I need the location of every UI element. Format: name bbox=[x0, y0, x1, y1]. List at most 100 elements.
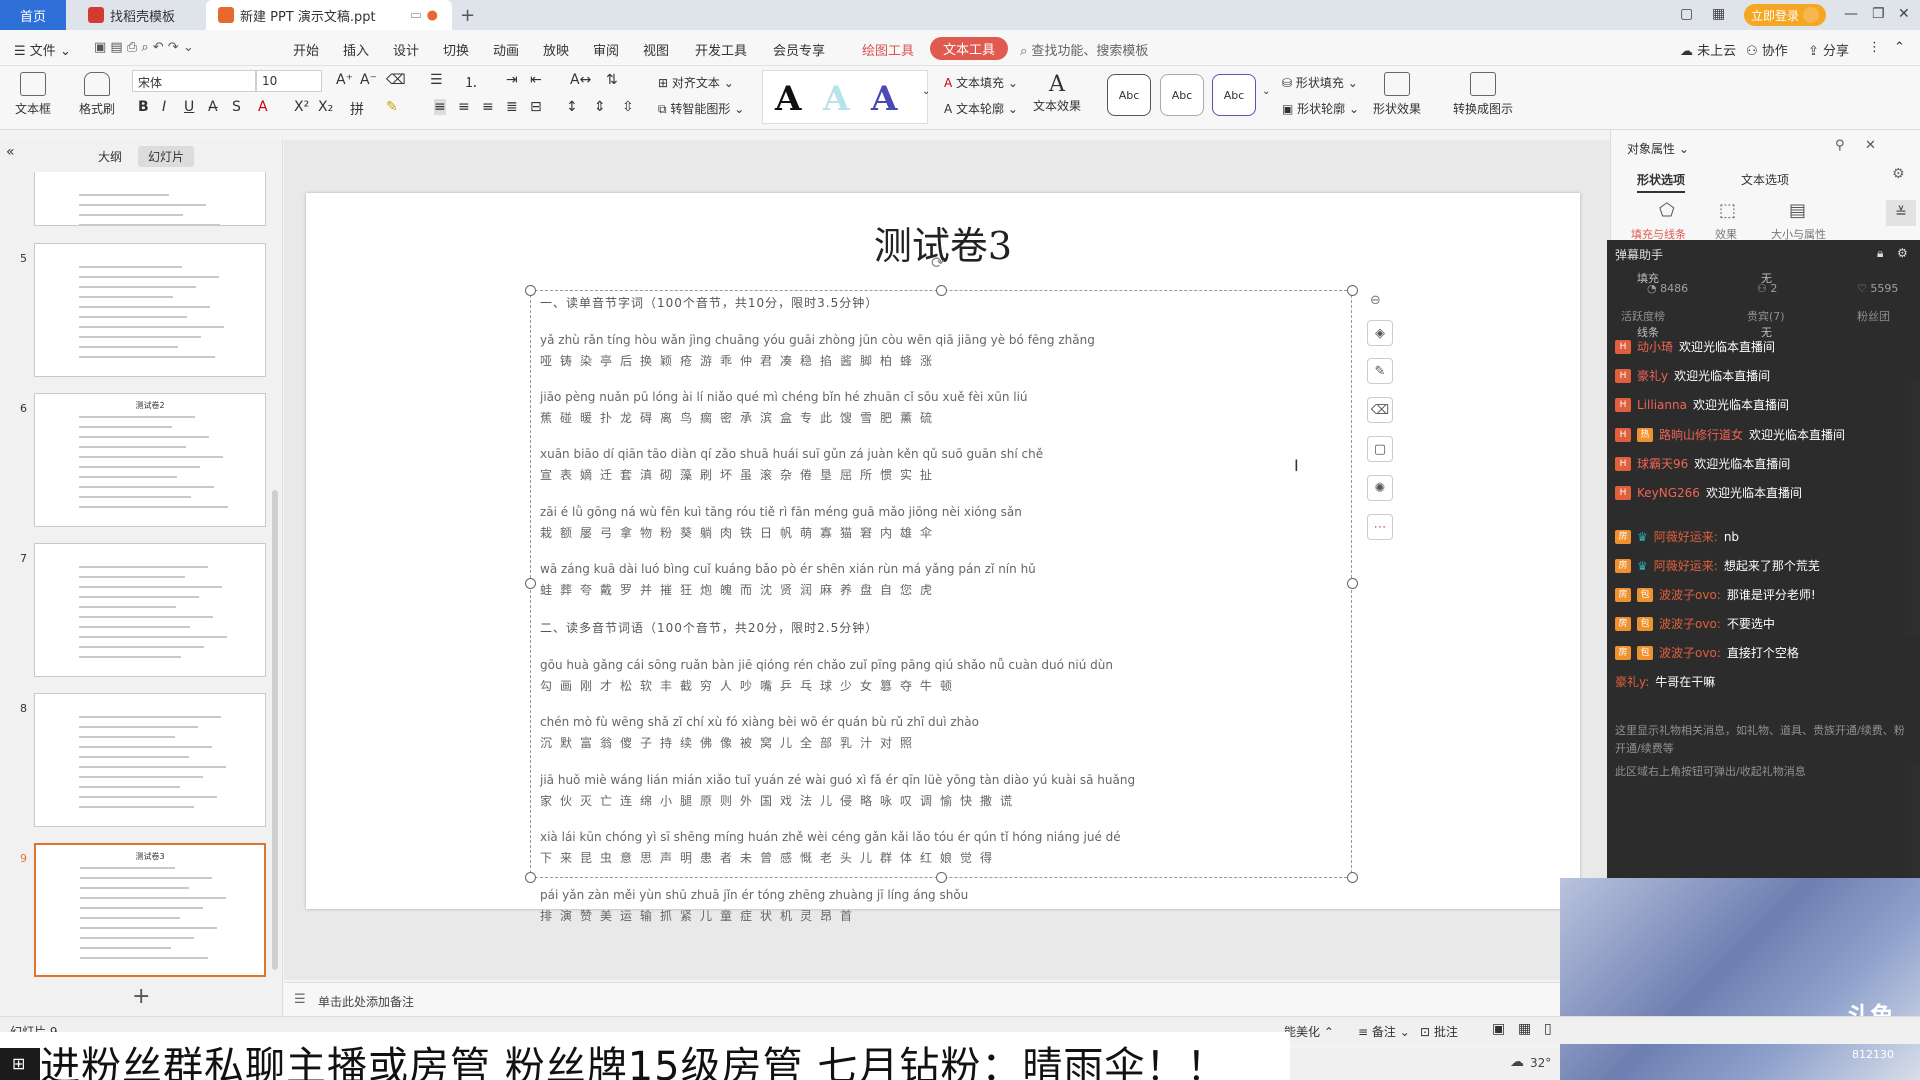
slide-thumbnail-6[interactable]: 测试卷2 bbox=[34, 393, 266, 527]
align-right-icon[interactable]: ≡ bbox=[482, 99, 494, 115]
danmu-user[interactable]: 阿薇好运来: bbox=[1654, 557, 1718, 574]
font-size-select[interactable]: 10 bbox=[256, 70, 322, 92]
slide-thumbnail-8[interactable] bbox=[34, 693, 266, 827]
indent-icon[interactable]: ⇥ bbox=[506, 72, 518, 88]
slide-thumbnail-4[interactable] bbox=[34, 172, 266, 226]
grid-icon[interactable]: ▦ bbox=[1712, 6, 1725, 22]
menu-item-slideshow[interactable]: 放映 bbox=[543, 40, 569, 59]
more-icon[interactable]: ⋮ bbox=[1868, 40, 1881, 55]
danmu-user[interactable]: 动小琦 bbox=[1637, 338, 1673, 355]
resize-handle[interactable] bbox=[1347, 872, 1358, 883]
menu-item-drawing-tools[interactable]: 绘图工具 bbox=[862, 40, 914, 59]
property-icon[interactable]: ⚙ bbox=[1892, 166, 1905, 182]
bulb-icon[interactable]: ✺ bbox=[1367, 475, 1393, 501]
text-effect-button[interactable]: A 文本效果 bbox=[1028, 72, 1086, 114]
login-button[interactable]: 立即登录 bbox=[1744, 4, 1826, 26]
quick-access-icons[interactable]: ▣ ▤ ⎙ ⌕ ↶ ↷ ⌄ bbox=[94, 40, 194, 55]
notes-bar[interactable]: ☰ 单击此处添加备注 bbox=[284, 982, 1610, 1016]
textbox-button[interactable]: 文本框 bbox=[10, 72, 56, 117]
fans-club-label[interactable]: 粉丝团 bbox=[1857, 308, 1890, 324]
beautify-button[interactable]: 能美化 ⌃ bbox=[1284, 1023, 1334, 1040]
outdent-icon[interactable]: ⇤ bbox=[530, 72, 542, 88]
justify-icon[interactable]: ≣ bbox=[506, 99, 518, 115]
shape-style-2[interactable]: Abc bbox=[1160, 74, 1204, 116]
format-painter-button[interactable]: 格式刷 bbox=[72, 72, 122, 117]
underline-icon[interactable]: U bbox=[184, 99, 194, 115]
text-style-light[interactable]: A bbox=[823, 79, 849, 119]
frame-icon[interactable]: ▢ bbox=[1367, 436, 1393, 462]
menu-item-member[interactable]: 会员专享 bbox=[773, 40, 825, 59]
tab-home[interactable]: 首页 bbox=[0, 0, 66, 30]
menu-item-design[interactable]: 设计 bbox=[393, 40, 419, 59]
strikethrough-icon[interactable]: A̶ bbox=[208, 99, 218, 115]
tab-document[interactable]: 新建 PPT 演示文稿.ppt ▭ ● bbox=[206, 0, 452, 30]
add-slide-button[interactable]: + bbox=[132, 984, 150, 1009]
danmu-user[interactable]: Lillianna bbox=[1637, 398, 1687, 412]
font-size-up-icon[interactable]: A⁺ bbox=[336, 72, 353, 88]
superscript-icon[interactable]: X² bbox=[294, 99, 309, 115]
para-spacing-icon[interactable]: ⇕ bbox=[594, 99, 606, 115]
menu-item-devtools[interactable]: 开发工具 bbox=[695, 40, 747, 59]
resize-handle[interactable] bbox=[525, 872, 536, 883]
shape-effect-button[interactable]: 形状效果 bbox=[1368, 72, 1426, 117]
char-spacing-icon[interactable]: A↔ bbox=[570, 72, 591, 88]
slide-thumbnail-5[interactable] bbox=[34, 243, 266, 377]
align-left-icon[interactable]: ≡ bbox=[434, 99, 446, 115]
font-size-down-icon[interactable]: A⁻ bbox=[360, 72, 377, 88]
shadow-icon[interactable]: S bbox=[232, 99, 241, 115]
danmu-user[interactable]: 豪礼y bbox=[1637, 367, 1668, 384]
tab-shape-options[interactable]: 形状选项 bbox=[1637, 171, 1686, 193]
bold-icon[interactable]: B bbox=[138, 99, 149, 115]
cloud-status[interactable]: ☁ 未上云 bbox=[1680, 40, 1736, 59]
danmu-user[interactable]: 路晌山修行道女 bbox=[1659, 426, 1743, 443]
cast-icon[interactable]: ▭ bbox=[410, 8, 422, 23]
menu-item-insert[interactable]: 插入 bbox=[343, 40, 369, 59]
tab-slides[interactable]: 幻灯片 bbox=[138, 146, 195, 167]
menu-item-text-tools[interactable]: 文本工具 bbox=[930, 37, 1009, 60]
sorter-view-icon[interactable]: ▦ bbox=[1518, 1021, 1531, 1037]
panel-title[interactable]: 对象属性 ⌄ bbox=[1627, 140, 1689, 157]
search-box[interactable]: ⌕ 查找功能、搜索模板 bbox=[1020, 40, 1148, 59]
pen-icon[interactable]: ✎ bbox=[1367, 358, 1393, 384]
resize-handle[interactable] bbox=[1347, 285, 1358, 296]
font-color-icon[interactable]: A bbox=[258, 99, 268, 115]
text-style-outline[interactable]: A bbox=[871, 79, 897, 119]
danmu-user[interactable]: KeyNG266 bbox=[1637, 486, 1700, 500]
fill-line-icon[interactable]: ⬠ bbox=[1659, 200, 1675, 221]
danmu-user[interactable]: 波波子ovo: bbox=[1659, 586, 1721, 603]
smart-shape-button[interactable]: ⧉ 转智能图形 ⌄ bbox=[658, 100, 744, 117]
thumbnail-scrollbar[interactable] bbox=[272, 490, 278, 970]
numbered-list-icon[interactable]: ⒈ bbox=[464, 72, 478, 92]
restore-icon[interactable]: ❐ bbox=[1872, 6, 1885, 22]
resize-handle[interactable] bbox=[936, 872, 947, 883]
phonetic-icon[interactable]: 拼 bbox=[350, 99, 364, 119]
gallery-more-icon[interactable]: ⌄ bbox=[922, 86, 930, 97]
danmu-user[interactable]: 阿薇好运来: bbox=[1654, 528, 1718, 545]
slide[interactable]: 测试卷3 ⟳ 一、读单音节字词（100个音节，共10分，限时3.5分钟） yǎ … bbox=[306, 193, 1580, 909]
collapse-panel-icon[interactable]: « bbox=[6, 144, 15, 160]
resize-handle[interactable] bbox=[525, 285, 536, 296]
tab-outline[interactable]: 大纲 bbox=[88, 146, 132, 167]
text-outline-button[interactable]: A 文本轮廓 ⌄ bbox=[944, 100, 1018, 117]
vip-label[interactable]: 贵宾(7) bbox=[1747, 308, 1785, 324]
windows-start-icon[interactable]: ⊞ bbox=[12, 1054, 25, 1073]
active-rank-label[interactable]: 活跃度榜 bbox=[1621, 308, 1665, 324]
zoom-out-icon[interactable]: ⊖ bbox=[1370, 293, 1381, 308]
resize-handle[interactable] bbox=[936, 285, 947, 296]
resize-handle[interactable] bbox=[1347, 578, 1358, 589]
reading-view-icon[interactable]: ▯ bbox=[1544, 1021, 1552, 1037]
danmu-user[interactable]: 波波子ovo: bbox=[1659, 644, 1721, 661]
spacing-menu-icon[interactable]: ⇳ bbox=[622, 99, 634, 115]
danmu-user[interactable]: 球霸天96 bbox=[1637, 455, 1688, 472]
effect-icon[interactable]: ⬚ bbox=[1719, 200, 1736, 221]
new-tab-button[interactable]: + bbox=[460, 5, 475, 26]
menu-file[interactable]: ☰ 文件 ⌄ bbox=[14, 40, 71, 59]
text-direction-icon[interactable]: ⇅ bbox=[606, 72, 618, 88]
pin-icon[interactable]: ⚲ bbox=[1835, 138, 1845, 153]
normal-view-icon[interactable]: ▣ bbox=[1492, 1021, 1505, 1037]
font-name-select[interactable]: 宋体 bbox=[132, 70, 256, 92]
text-style-black[interactable]: A bbox=[775, 79, 801, 119]
tab-text-options[interactable]: 文本选项 bbox=[1741, 171, 1789, 188]
eraser-icon[interactable]: ⌫ bbox=[1367, 397, 1393, 423]
align-center-icon[interactable]: ≡ bbox=[458, 99, 470, 115]
